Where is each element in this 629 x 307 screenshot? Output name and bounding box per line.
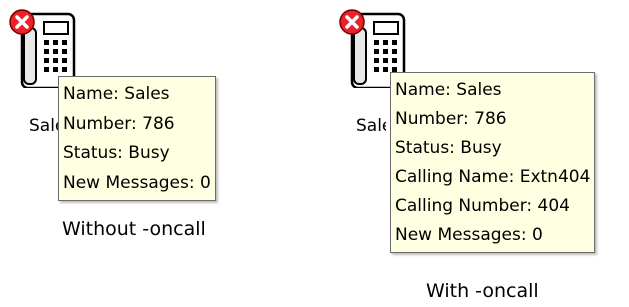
- caption-with-oncall: With -oncall: [426, 280, 539, 302]
- tooltip-status: Status: Busy: [395, 138, 502, 158]
- caption-without-oncall: Without -oncall: [62, 218, 206, 240]
- tooltip-name: Name: Sales: [395, 80, 502, 100]
- device-tooltip: Name: Sales Number: 786 Status: Busy Cal…: [390, 72, 596, 253]
- tooltip-new-messages: New Messages: 0: [63, 172, 211, 193]
- device-label: Sales: [29, 116, 59, 136]
- tooltip-status: Status: Busy: [63, 143, 170, 163]
- error-x-icon: [9, 9, 35, 35]
- device-tooltip: Name: Sales Number: 786 Status: Busy New…: [58, 76, 216, 201]
- error-x-icon: [339, 9, 365, 35]
- tooltip-name: Name: Sales: [63, 84, 170, 104]
- example-with-oncall: Sales Name: Sales Number: 786 Status: Bu…: [330, 0, 629, 307]
- tooltip-calling-name: Calling Name: Extn404: [395, 167, 591, 187]
- tooltip-calling-number: Calling Number: 404: [395, 196, 570, 216]
- tooltip-number: Number: 786: [63, 113, 175, 134]
- example-without-oncall: Sales Name: Sales Number: 786 Status: Bu…: [0, 0, 300, 307]
- device-label: Sales: [356, 116, 386, 136]
- tooltip-number: Number: 786: [395, 109, 507, 129]
- tooltip-new-messages: New Messages: 0: [395, 225, 543, 245]
